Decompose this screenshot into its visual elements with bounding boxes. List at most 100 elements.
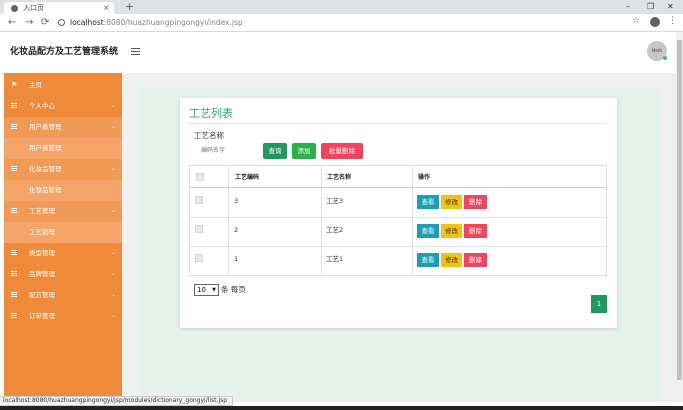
row-checkbox[interactable]	[195, 225, 203, 233]
sidebar-item-label: 类型管理	[29, 249, 55, 257]
sidebar-item-users[interactable]: 用户表管理 ⌄	[4, 117, 122, 138]
chevron-down-icon: ▼	[212, 287, 216, 293]
forward-icon[interactable]: →	[25, 16, 33, 29]
delete-button[interactable]: 删除	[464, 195, 487, 209]
sidebar-item-label: 用户表管理	[29, 123, 62, 131]
reload-icon[interactable]: ⟳	[41, 16, 49, 29]
row-code: 2	[234, 226, 239, 234]
row-name: 工艺1	[326, 255, 344, 263]
page-size-select[interactable]: 10 ▼	[194, 284, 219, 296]
list-icon	[11, 103, 17, 108]
delete-button[interactable]: 删除	[464, 253, 487, 267]
edit-button[interactable]: 修改	[441, 224, 462, 238]
app-header: 化妆品配方及工艺管理系统 Math	[0, 32, 676, 73]
sidebar-subitem-users[interactable]: 用户表管理	[4, 138, 122, 159]
bulk-delete-button[interactable]: 批量删除	[321, 143, 363, 159]
restore-icon[interactable]: ❐	[647, 1, 654, 13]
tab-title: 入口页	[23, 4, 44, 12]
info-icon[interactable]	[58, 19, 65, 26]
sidebar-subitem-process[interactable]: 工艺管理	[4, 222, 122, 243]
row-code: 1	[234, 255, 239, 263]
view-button[interactable]: 查看	[417, 253, 439, 267]
sidebar-item-cosmetics[interactable]: 化妆品管理 ⌄	[4, 159, 122, 180]
sidebar-item-home[interactable]: ⚑ 主页	[4, 75, 122, 96]
row-checkbox[interactable]	[195, 196, 203, 204]
edit-button[interactable]: 修改	[441, 253, 462, 267]
row-divider	[190, 246, 606, 247]
new-tab-icon[interactable]: +	[125, 0, 134, 13]
row-name: 工艺3	[326, 197, 344, 205]
url-host: localhost	[70, 18, 104, 27]
chevron-down-icon: ⌄	[111, 123, 117, 130]
column-divider	[321, 166, 322, 275]
header-code: 工艺编码	[235, 174, 260, 181]
close-window-icon[interactable]: ✕	[667, 1, 674, 13]
sidebar-item-label: 主页	[29, 81, 42, 89]
chevron-down-icon: ⌄	[111, 249, 117, 256]
sidebar-item-process[interactable]: 工艺管理 ⌄	[4, 201, 122, 222]
add-button[interactable]: 添加	[292, 143, 316, 159]
bookmark-star-icon[interactable]: ☆	[632, 15, 640, 28]
delete-button[interactable]: 删除	[464, 224, 487, 238]
sidebar-item-label: 工艺管理	[29, 207, 55, 215]
sidebar-subitem-label: 化妆品管理	[29, 186, 62, 194]
row-checkbox[interactable]	[195, 254, 203, 262]
sidebar-item-label: 个人中心	[29, 102, 55, 110]
sidebar-item-profile[interactable]: 个人中心 ⌄	[4, 96, 122, 117]
row-divider	[190, 217, 606, 218]
sidebar-subitem-cosmetics[interactable]: 化妆品管理	[4, 180, 122, 201]
search-input[interactable]	[194, 143, 258, 158]
header-name: 工艺名称	[327, 174, 352, 181]
minimize-icon[interactable]: –	[626, 1, 630, 13]
browser-menu-icon[interactable]: ⋮	[668, 15, 677, 28]
sidebar-item-label: 化妆品管理	[29, 165, 62, 173]
sidebar: ⚑ 主页 个人中心 ⌄ 用户表管理 ⌄ 用户表管理 化妆品管理 ⌄ 化妆品管理 …	[4, 73, 122, 402]
browser-tab-bar: 入口页 × + – ❐ ✕	[0, 0, 683, 14]
page-size-value: 10	[197, 286, 206, 294]
chevron-down-icon: ⌄	[111, 102, 117, 109]
select-all-checkbox[interactable]	[196, 173, 204, 181]
view-button[interactable]: 查看	[417, 195, 439, 209]
list-icon	[11, 208, 17, 213]
flag-icon: ⚑	[11, 81, 18, 89]
chevron-down-icon: ⌄	[111, 207, 117, 214]
list-icon	[11, 124, 17, 129]
scrollbar-thumb[interactable]	[677, 40, 682, 380]
back-icon[interactable]: ←	[8, 16, 16, 29]
list-icon	[11, 313, 17, 318]
status-bar-url: localhost:8080/huazhuangpingongyi/jsp/mo…	[0, 396, 233, 406]
hamburger-menu-icon[interactable]	[131, 48, 140, 55]
sidebar-item-types[interactable]: 类型管理 ⌄	[4, 243, 122, 264]
view-button[interactable]: 查看	[417, 224, 439, 238]
query-button[interactable]: 查询	[263, 143, 287, 159]
sidebar-item-brands[interactable]: 品牌管理 ⌄	[4, 264, 122, 285]
list-icon	[11, 250, 17, 255]
edit-button[interactable]: 修改	[441, 195, 462, 209]
search-label: 工艺名称	[194, 131, 224, 140]
column-divider	[412, 166, 413, 275]
url-path: :8080/huazhuangpingongyi/index.jsp	[103, 18, 243, 27]
profile-icon[interactable]	[650, 17, 660, 27]
chevron-down-icon: ⌄	[111, 312, 117, 319]
sidebar-item-formulas[interactable]: 配方管理 ⌄	[4, 285, 122, 306]
page-button-current[interactable]: 1	[591, 295, 607, 313]
row-code: 3	[234, 197, 239, 205]
browser-tab[interactable]: 入口页 ×	[4, 2, 114, 14]
chevron-down-icon: ⌄	[111, 165, 117, 172]
chevron-down-icon: ⌄	[111, 291, 117, 298]
sidebar-item-label: 品牌管理	[29, 270, 55, 278]
browser-toolbar: ← → ⟳ localhost:8080/huazhuangpingongyi/…	[0, 14, 683, 32]
row-name: 工艺2	[326, 226, 344, 234]
address-bar[interactable]: localhost:8080/huazhuangpingongyi/index.…	[56, 16, 671, 30]
page-title: 工艺列表	[189, 107, 233, 120]
sidebar-subitem-label: 工艺管理	[29, 228, 55, 236]
url-text[interactable]: localhost:8080/huazhuangpingongyi/index.…	[70, 16, 243, 29]
tab-close-icon[interactable]: ×	[103, 2, 110, 13]
list-icon	[11, 271, 17, 276]
sidebar-item-orders[interactable]: 订单管理 ⌄	[4, 306, 122, 327]
sidebar-item-label: 配方管理	[29, 291, 55, 299]
table-header: 工艺编码 工艺名称 操作	[190, 166, 606, 188]
process-table: 工艺编码 工艺名称 操作	[189, 165, 607, 276]
app-title: 化妆品配方及工艺管理系统	[10, 47, 119, 57]
online-status-dot	[663, 56, 667, 60]
